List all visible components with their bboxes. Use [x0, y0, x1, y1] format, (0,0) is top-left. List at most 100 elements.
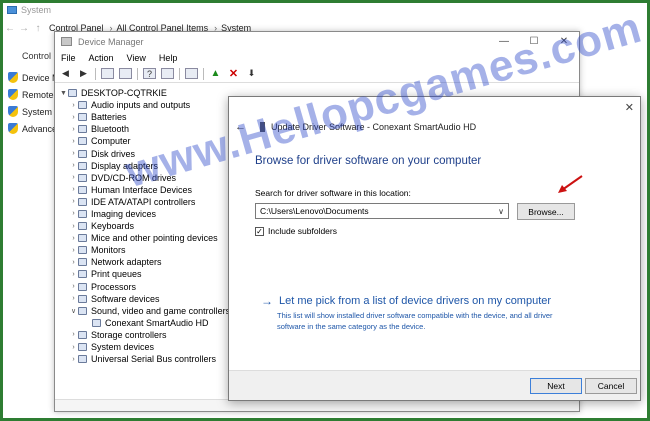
- tree-child-item[interactable]: Conexant SmartAudio HD: [59, 317, 239, 329]
- device-category-icon: [78, 330, 87, 339]
- chevron-right-icon[interactable]: ›: [69, 186, 78, 193]
- tree-item[interactable]: › Network adapters: [59, 256, 239, 268]
- shield-icon: [8, 106, 18, 117]
- uninstall-icon[interactable]: ✕: [227, 68, 240, 80]
- red-arrow-annotation: [558, 175, 583, 193]
- chevron-right-icon[interactable]: ›: [69, 114, 78, 121]
- chevron-right-icon[interactable]: ›: [69, 198, 78, 205]
- show-hide-icon[interactable]: [119, 68, 132, 79]
- device-category-icon: [78, 185, 87, 194]
- up-arrow-icon[interactable]: ↑: [31, 23, 45, 34]
- tree-item[interactable]: › Monitors: [59, 244, 239, 256]
- tree-item[interactable]: › Software devices: [59, 293, 239, 305]
- tree-item-label: Sound, video and game controllers: [91, 305, 231, 316]
- chevron-right-icon[interactable]: ›: [69, 102, 78, 109]
- device-manager-link[interactable]: Device M: [8, 72, 60, 83]
- checkmark-icon[interactable]: ✓: [255, 226, 264, 236]
- tree-root[interactable]: ▼ DESKTOP-CQTRKIE: [59, 87, 239, 99]
- device-category-icon: [78, 209, 87, 218]
- tree-item-label: Batteries: [91, 112, 127, 123]
- menu-action[interactable]: Action: [89, 53, 114, 63]
- device-category-icon: [78, 294, 87, 303]
- help-icon[interactable]: ?: [143, 68, 156, 79]
- chevron-right-icon[interactable]: ›: [69, 331, 78, 338]
- dialog-footer: Next Cancel: [229, 370, 640, 400]
- tree-item-label: Audio inputs and outputs: [91, 100, 191, 111]
- chevron-down-icon[interactable]: ∨: [494, 207, 508, 216]
- chevron-right-icon[interactable]: ›: [69, 150, 78, 157]
- back-icon[interactable]: ◀: [59, 68, 72, 79]
- tree-item[interactable]: › Universal Serial Bus controllers: [59, 353, 239, 365]
- computer-icon: [68, 89, 77, 98]
- chevron-right-icon[interactable]: ›: [69, 344, 78, 351]
- tree-item-label: Storage controllers: [91, 329, 167, 340]
- chevron-right-icon[interactable]: ›: [69, 126, 78, 133]
- remote-settings-link[interactable]: Remote s: [8, 89, 60, 100]
- device-category-icon: [78, 161, 87, 170]
- device-manager-icon: [61, 37, 72, 46]
- browse-button[interactable]: Browse...: [517, 203, 575, 220]
- chevron-right-icon[interactable]: ›: [69, 356, 78, 363]
- advanced-settings-link[interactable]: Advanced: [8, 123, 60, 134]
- device-category-icon: [78, 258, 87, 267]
- tree-item[interactable]: › Batteries: [59, 111, 239, 123]
- tree-item-label: Imaging devices: [91, 208, 157, 219]
- tree-item-label: Bluetooth: [91, 124, 130, 135]
- chevron-right-icon[interactable]: ›: [69, 235, 78, 242]
- tree-item[interactable]: ∨ Sound, video and game controllers: [59, 305, 239, 317]
- forward-arrow-icon[interactable]: →: [17, 23, 31, 34]
- tree-item[interactable]: › Storage controllers: [59, 329, 239, 341]
- menu-view[interactable]: View: [127, 53, 146, 63]
- tree-item-label: Keyboards: [91, 221, 135, 232]
- chevron-right-icon[interactable]: ›: [69, 162, 78, 169]
- chevron-right-icon[interactable]: ›: [69, 223, 78, 230]
- monitor-icon[interactable]: [185, 68, 198, 79]
- tree-item[interactable]: › Mice and other pointing devices: [59, 232, 239, 244]
- update-driver-icon[interactable]: ▲: [209, 68, 222, 79]
- properties-icon[interactable]: [101, 68, 114, 79]
- tree-item[interactable]: › Print queues: [59, 268, 239, 280]
- dialog-heading: Browse for driver software on your compu…: [255, 155, 482, 167]
- chevron-right-icon[interactable]: ›: [69, 174, 78, 181]
- tree-item-label: Software devices: [91, 293, 160, 304]
- device-category-icon: [78, 101, 87, 110]
- tree-item-label: Monitors: [91, 245, 126, 256]
- driver-path-input[interactable]: C:\Users\Lenovo\Documents ∨: [255, 203, 509, 219]
- chevron-right-icon[interactable]: ›: [69, 259, 78, 266]
- arrow-right-icon: →: [261, 294, 273, 308]
- scan-hardware-icon[interactable]: ⬇: [245, 68, 258, 79]
- tree-item[interactable]: › Audio inputs and outputs: [59, 99, 239, 111]
- pick-from-list-link[interactable]: → Let me pick from a list of device driv…: [261, 295, 551, 307]
- cancel-button[interactable]: Cancel: [585, 378, 637, 394]
- shield-icon: [8, 123, 18, 134]
- tree-item[interactable]: › Imaging devices: [59, 208, 239, 220]
- next-button[interactable]: Next: [530, 378, 582, 394]
- back-arrow-icon[interactable]: ←: [3, 23, 17, 34]
- forward-icon[interactable]: ▶: [77, 68, 90, 79]
- chevron-right-icon[interactable]: ›: [69, 283, 78, 290]
- chevron-right-icon[interactable]: ›: [69, 271, 78, 278]
- chevron-right-icon[interactable]: ›: [69, 247, 78, 254]
- chevron-down-icon[interactable]: ∨: [69, 307, 78, 315]
- chevron-right-icon[interactable]: ›: [69, 138, 78, 145]
- chevron-right-icon[interactable]: ›: [69, 295, 78, 302]
- menu-file[interactable]: File: [61, 53, 76, 63]
- device-category-icon: [78, 234, 87, 243]
- view-icon[interactable]: [161, 68, 174, 79]
- tree-item[interactable]: › Processors: [59, 281, 239, 293]
- chevron-down-icon[interactable]: ▼: [59, 90, 68, 97]
- toolbar-divider: [95, 67, 96, 80]
- menu-help[interactable]: Help: [159, 53, 178, 63]
- device-category-icon: [78, 173, 87, 182]
- chevron-right-icon[interactable]: ›: [69, 210, 78, 217]
- include-subfolders-checkbox[interactable]: ✓ Include subfolders: [255, 226, 337, 236]
- device-category-icon: [78, 222, 87, 231]
- tree-item-label: System devices: [91, 342, 155, 353]
- shield-icon: [8, 89, 18, 100]
- tree-item-label: Universal Serial Bus controllers: [91, 354, 217, 365]
- system-protection-link[interactable]: System pr: [8, 106, 60, 117]
- tree-item[interactable]: › IDE ATA/ATAPI controllers: [59, 196, 239, 208]
- dialog-close-icon[interactable]: ✕: [625, 101, 634, 114]
- tree-item[interactable]: › System devices: [59, 341, 239, 353]
- tree-item[interactable]: › Keyboards: [59, 220, 239, 232]
